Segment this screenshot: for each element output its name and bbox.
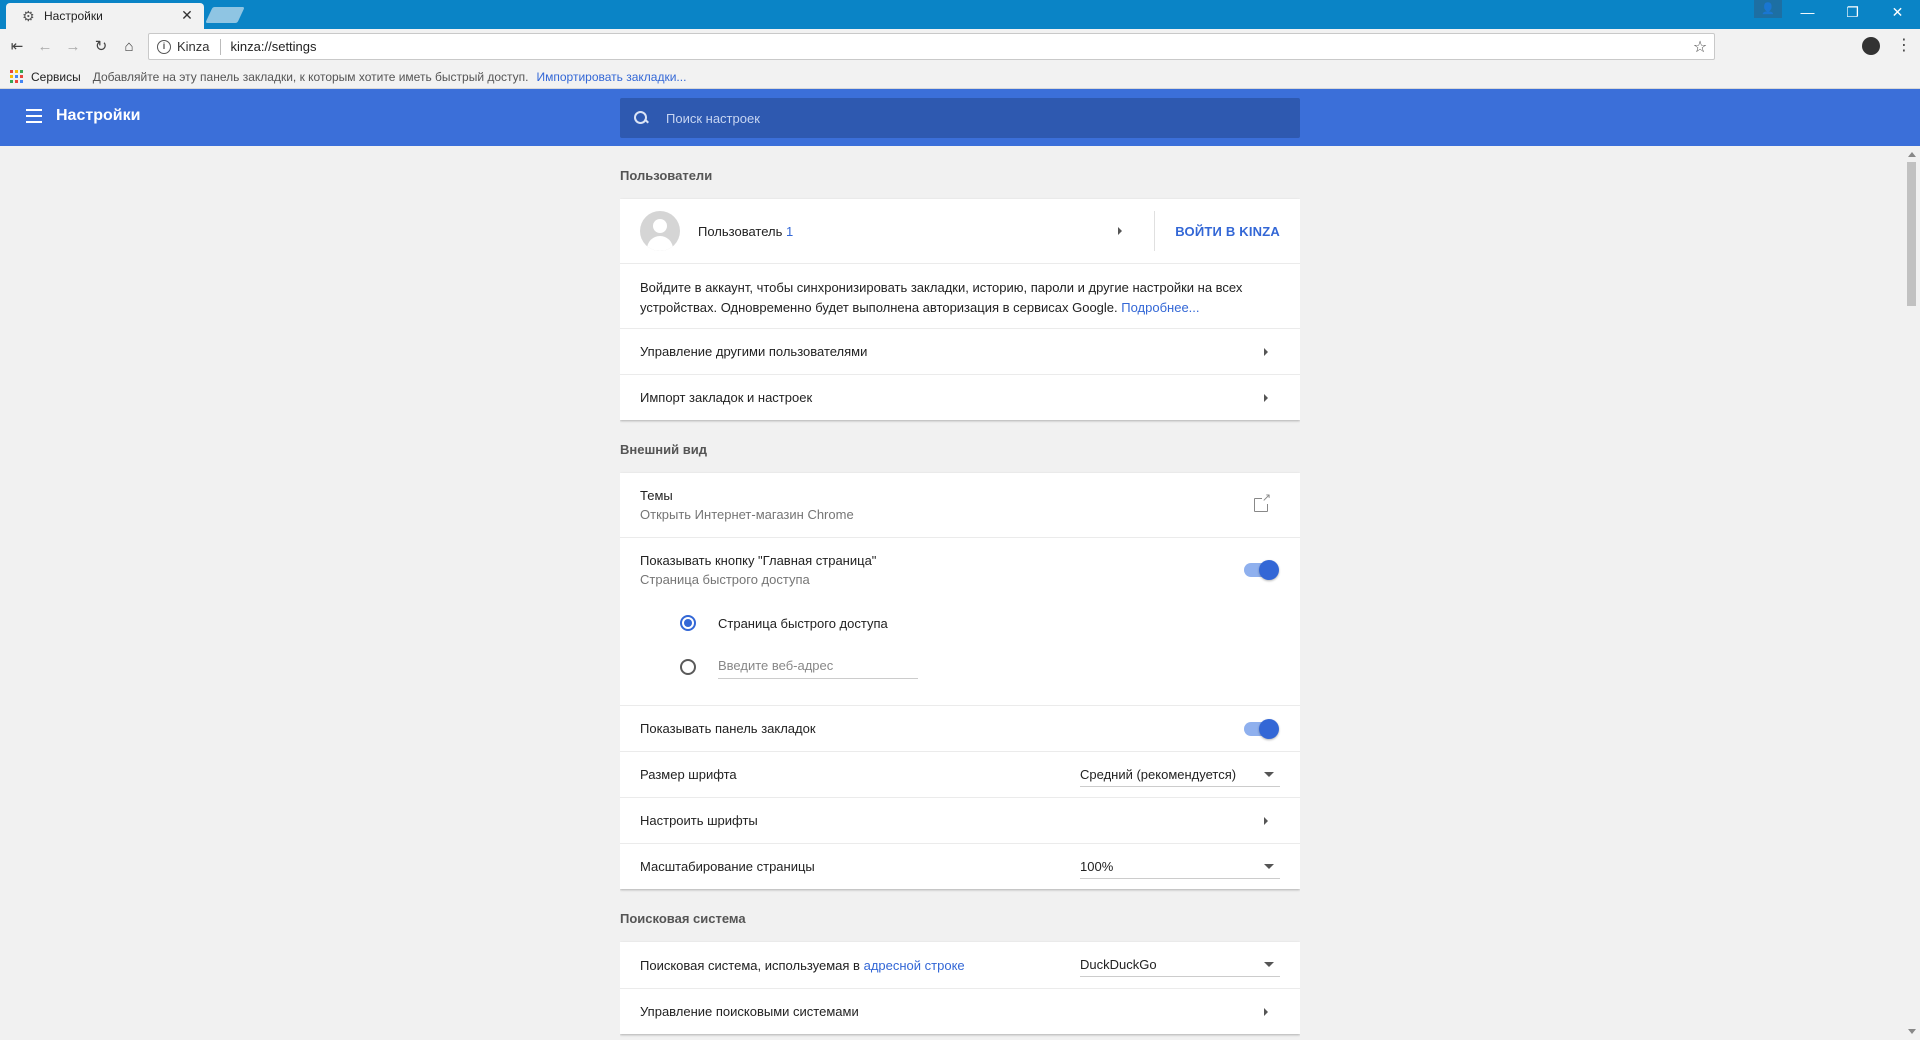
- home-button-label: Показывать кнопку "Главная страница": [640, 552, 877, 568]
- home-button-sub: Страница быстрого доступа: [640, 571, 810, 587]
- settings-content: Пользователи Пользователь 1 ВОЙТИ В KINZ…: [620, 146, 1300, 1040]
- chevron-right-icon[interactable]: [1118, 227, 1123, 235]
- font-size-row: Размер шрифта Средний (рекомендуется): [620, 751, 1300, 797]
- bookmarks-bar-row: Показывать панель закладок: [620, 705, 1300, 751]
- search-icon: [634, 111, 648, 125]
- import-bookmarks-link[interactable]: Импортировать закладки...: [537, 70, 687, 84]
- customize-fonts-row[interactable]: Настроить шрифты: [620, 797, 1300, 843]
- close-window-button[interactable]: ✕: [1875, 0, 1920, 25]
- users-card: Пользователь 1 ВОЙТИ В KINZA Войдите в а…: [620, 199, 1300, 420]
- customize-fonts-label: Настроить шрифты: [640, 813, 758, 828]
- manage-users-row[interactable]: Управление другими пользователями: [620, 328, 1300, 374]
- external-link-icon[interactable]: [1254, 492, 1271, 512]
- chevron-down-icon: [1264, 962, 1274, 967]
- home-button-toggle[interactable]: [1244, 559, 1279, 580]
- sync-description: Войдите в аккаунт, чтобы синхронизироват…: [620, 263, 1300, 328]
- settings-search[interactable]: [620, 98, 1300, 138]
- scroll-up-icon[interactable]: [1908, 152, 1916, 157]
- bookmark-star-icon[interactable]: ☆: [1690, 37, 1710, 57]
- home-button-row: Показывать кнопку "Главная страница" Стр…: [620, 537, 1300, 601]
- chevron-down-icon: [1264, 771, 1274, 777]
- apps-grid-icon[interactable]: [10, 70, 23, 83]
- themes-row[interactable]: Темы Открыть Интернет-магазин Chrome: [620, 473, 1300, 537]
- section-title-users: Пользователи: [620, 168, 713, 183]
- home-button[interactable]: ⌂: [118, 36, 140, 58]
- search-input[interactable]: [666, 110, 1266, 126]
- home-start-icon[interactable]: ⇤: [6, 36, 28, 58]
- new-tab-button[interactable]: [205, 7, 245, 23]
- scroll-thumb[interactable]: [1907, 162, 1916, 306]
- chevron-right-icon: [1264, 1007, 1268, 1016]
- url-text[interactable]: kinza://settings: [231, 39, 1690, 54]
- gear-icon: ⚙: [22, 8, 35, 24]
- bookmarks-bar-label: Показывать панель закладок: [640, 721, 816, 736]
- restore-button[interactable]: ❐: [1830, 0, 1875, 25]
- themes-label: Темы: [640, 488, 673, 503]
- font-size-select[interactable]: Средний (рекомендуется): [1080, 763, 1280, 787]
- avatar: [640, 211, 680, 251]
- zoom-label: Масштабирование страницы: [640, 859, 815, 874]
- radio-button-checked[interactable]: [680, 615, 696, 631]
- minimize-button[interactable]: —: [1785, 0, 1830, 25]
- bookmarks-hint: Добавляйте на эту панель закладки, к кот…: [92, 69, 529, 84]
- tab-settings[interactable]: ⚙ Настройки ✕: [6, 3, 204, 29]
- import-label: Импорт закладок и настроек: [640, 390, 813, 405]
- address-bar-link[interactable]: адресной строке: [864, 958, 965, 973]
- site-label: Kinza: [177, 38, 221, 55]
- appearance-card: Темы Открыть Интернет-магазин Chrome Пок…: [620, 473, 1300, 889]
- manage-engines-row[interactable]: Управление поисковыми системами: [620, 988, 1300, 1034]
- extension-icon[interactable]: [1862, 37, 1880, 55]
- menu-icon[interactable]: [26, 109, 42, 123]
- menu-dots-icon[interactable]: ⋮: [1896, 35, 1912, 57]
- home-url-input[interactable]: [718, 655, 918, 679]
- font-size-label: Размер шрифта: [640, 767, 737, 782]
- chevron-right-icon: [1264, 347, 1268, 356]
- browser-toolbar: ⇤ ← → ↻ ⌂ i Kinza kinza://settings ☆ ⋮: [0, 29, 1920, 65]
- scroll-down-icon[interactable]: [1908, 1029, 1916, 1034]
- chevron-down-icon: [1264, 863, 1274, 869]
- radio-quick-access[interactable]: Страница быстрого доступа: [620, 601, 1300, 645]
- learn-more-link[interactable]: Подробнее...: [1121, 300, 1199, 315]
- page-title: Настройки: [56, 107, 141, 124]
- search-engine-label: Поисковая система, используемая в адресн…: [640, 957, 965, 973]
- scrollbar[interactable]: [1903, 146, 1920, 1040]
- user-row[interactable]: Пользователь 1 ВОЙТИ В KINZA: [620, 199, 1300, 263]
- chevron-right-icon: [1264, 816, 1268, 825]
- title-bar: ⚙ Настройки ✕ 👤 — ❐ ✕: [0, 0, 1920, 29]
- manage-engines-label: Управление поисковыми системами: [640, 1004, 859, 1019]
- settings-header: Настройки: [0, 89, 1920, 146]
- back-button[interactable]: ←: [34, 36, 56, 58]
- search-card: Поисковая система, используемая в адресн…: [620, 942, 1300, 1034]
- signin-button[interactable]: ВОЙТИ В KINZA: [1155, 224, 1300, 239]
- manage-users-label: Управление другими пользователями: [640, 344, 868, 359]
- zoom-select[interactable]: 100%: [1080, 855, 1280, 879]
- radio-button[interactable]: [680, 659, 696, 675]
- radio-quick-access-label: Страница быстрого доступа: [718, 615, 888, 631]
- themes-sub: Открыть Интернет-магазин Chrome: [640, 507, 854, 522]
- reload-button[interactable]: ↻: [90, 36, 112, 58]
- zoom-row: Масштабирование страницы 100%: [620, 843, 1300, 889]
- user-name: Пользователь 1: [698, 223, 794, 239]
- chevron-right-icon: [1264, 393, 1268, 402]
- bookmark-services[interactable]: Сервисы: [31, 70, 81, 84]
- search-engine-select[interactable]: DuckDuckGo: [1080, 953, 1280, 977]
- section-title-search: Поисковая система: [620, 911, 746, 926]
- search-engine-row: Поисковая система, используемая в адресн…: [620, 942, 1300, 988]
- section-title-appearance: Внешний вид: [620, 442, 707, 457]
- radio-custom-url[interactable]: [620, 645, 1300, 689]
- home-page-options: Страница быстрого доступа: [620, 601, 1300, 705]
- close-tab-icon[interactable]: ✕: [180, 8, 194, 23]
- address-bar[interactable]: i Kinza kinza://settings ☆: [148, 33, 1715, 60]
- forward-button[interactable]: →: [62, 36, 84, 58]
- import-row[interactable]: Импорт закладок и настроек: [620, 374, 1300, 420]
- bookmarks-bar: Сервисы Добавляйте на эту панель закладк…: [0, 65, 1920, 89]
- user-profile-icon[interactable]: 👤: [1754, 0, 1782, 18]
- window-controls: — ❐ ✕: [1785, 0, 1920, 25]
- bookmarks-bar-toggle[interactable]: [1244, 718, 1279, 739]
- info-icon[interactable]: i: [157, 39, 171, 54]
- tab-title: Настройки: [44, 9, 103, 23]
